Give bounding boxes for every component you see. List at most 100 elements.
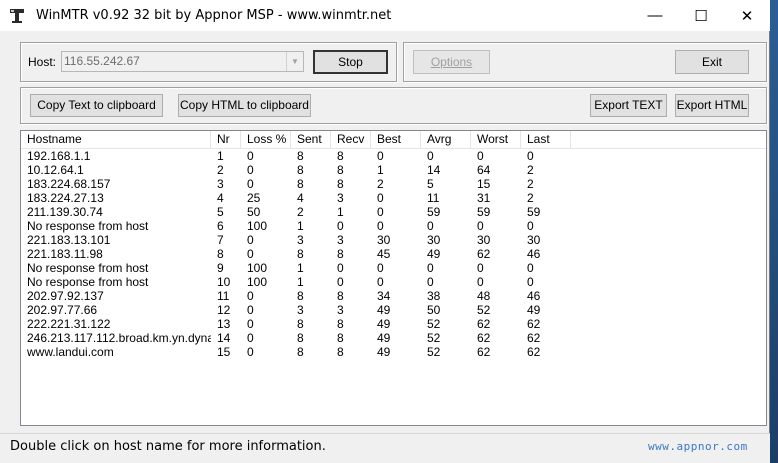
table-cell: 8 xyxy=(337,289,344,303)
table-cell: 8 xyxy=(297,163,304,177)
table-cell: 0 xyxy=(427,275,434,289)
table-cell: 49 xyxy=(377,303,391,317)
table-cell: 0 xyxy=(427,261,434,275)
table-cell: 62 xyxy=(477,247,491,261)
table-cell: 8 xyxy=(337,163,344,177)
table-cell: 0 xyxy=(477,219,484,233)
table-cell: 9 xyxy=(217,261,224,275)
maximize-button[interactable]: ☐ xyxy=(678,0,724,31)
column-header[interactable]: Recv xyxy=(331,131,371,148)
table-row[interactable]: 183.224.27.13 4 25 4 3 0 11 31 2 xyxy=(21,191,766,205)
table-cell: 1 xyxy=(297,275,304,289)
table-cell: 0 xyxy=(247,303,254,317)
column-header[interactable]: Best xyxy=(371,131,421,148)
table-cell: 7 xyxy=(217,233,224,247)
table-cell: 3 xyxy=(217,177,224,191)
desktop-background xyxy=(770,0,778,463)
table-cell: 62 xyxy=(477,317,491,331)
table-cell: 14 xyxy=(427,163,441,177)
table-cell: 0 xyxy=(247,233,254,247)
host-combobox[interactable]: 116.55.242.67 ▼ xyxy=(61,51,304,72)
column-header[interactable]: Hostname xyxy=(21,131,211,148)
maximize-icon: ☐ xyxy=(694,7,708,25)
hostname-cell: No response from host xyxy=(27,219,149,233)
table-cell: 8 xyxy=(337,345,344,359)
table-row[interactable]: 10.12.64.1 2 0 8 8 1 14 64 2 xyxy=(21,163,766,177)
export-html-button[interactable]: Export HTML xyxy=(675,94,749,117)
stop-button[interactable]: Stop xyxy=(313,50,388,74)
table-cell: 8 xyxy=(297,177,304,191)
window-title: WinMTR v0.92 32 bit by Appnor MSP - www.… xyxy=(36,8,392,23)
table-cell: 4 xyxy=(297,191,304,205)
table-row[interactable]: www.landui.com 15 0 8 8 49 52 62 62 xyxy=(21,345,766,359)
table-cell: 0 xyxy=(527,219,534,233)
table-row[interactable]: 211.139.30.74 5 50 2 1 0 59 59 59 xyxy=(21,205,766,219)
table-row[interactable]: 222.221.31.122 13 0 8 8 49 52 62 62 xyxy=(21,317,766,331)
listview-header: Hostname Nr Loss % Sent Recv Best Avrg Worst Las… xyxy=(21,131,766,149)
table-row[interactable]: 202.97.77.66 12 0 3 3 49 50 52 49 xyxy=(21,303,766,317)
table-cell: 0 xyxy=(377,261,384,275)
minimize-button[interactable]: — xyxy=(632,0,678,31)
column-header[interactable]: Sent xyxy=(291,131,331,148)
table-cell: 1 xyxy=(217,149,224,163)
exit-button[interactable]: Exit xyxy=(675,50,749,74)
table-cell: 3 xyxy=(297,233,304,247)
dropdown-arrow-icon[interactable]: ▼ xyxy=(286,52,303,71)
table-cell: 11 xyxy=(217,289,230,303)
table-cell: 45 xyxy=(377,247,391,261)
table-cell: 52 xyxy=(477,303,491,317)
copy-text-button[interactable]: Copy Text to clipboard xyxy=(30,94,163,117)
table-cell: 0 xyxy=(427,149,434,163)
table-cell: 52 xyxy=(427,345,441,359)
close-button[interactable]: ✕ xyxy=(724,0,770,31)
table-cell: 1 xyxy=(297,261,304,275)
hostname-cell: 202.97.92.137 xyxy=(27,289,104,303)
column-header[interactable]: Worst xyxy=(471,131,521,148)
table-cell: 0 xyxy=(377,149,384,163)
table-cell: 49 xyxy=(377,331,391,345)
table-cell: 13 xyxy=(217,317,231,331)
watermark-text: www.appnor.com xyxy=(648,440,748,453)
table-cell: 50 xyxy=(247,205,261,219)
table-cell: 3 xyxy=(337,303,344,317)
status-text: Double click on host name for more infor… xyxy=(10,439,326,454)
column-header[interactable]: Avrg xyxy=(421,131,471,148)
table-cell: 0 xyxy=(247,331,254,345)
table-cell: 6 xyxy=(217,219,224,233)
column-header[interactable]: Last xyxy=(521,131,571,148)
table-row[interactable]: 183.224.68.157 3 0 8 8 2 5 15 2 xyxy=(21,177,766,191)
table-cell: 2 xyxy=(217,163,224,177)
table-row[interactable]: 202.97.92.137 11 0 8 8 34 38 48 46 xyxy=(21,289,766,303)
table-cell: 0 xyxy=(527,275,534,289)
table-cell: 12 xyxy=(217,303,231,317)
host-label: Host: xyxy=(28,55,57,69)
column-header[interactable]: Loss % xyxy=(241,131,291,148)
table-row[interactable]: No response from host 6 100 1 0 0 0 0 0 xyxy=(21,219,766,233)
table-cell: 30 xyxy=(527,233,541,247)
table-cell: 0 xyxy=(377,205,384,219)
hostname-cell: No response from host xyxy=(27,261,149,275)
close-icon: ✕ xyxy=(740,7,754,25)
table-row[interactable]: 221.183.13.101 7 0 3 3 30 30 30 30 xyxy=(21,233,766,247)
table-row[interactable]: No response from host 10 100 1 0 0 0 0 0 xyxy=(21,275,766,289)
table-cell: 100 xyxy=(247,219,268,233)
table-cell: 15 xyxy=(217,345,231,359)
table-cell: 100 xyxy=(247,275,268,289)
table-cell: 8 xyxy=(337,331,344,345)
results-listview[interactable]: Hostname Nr Loss % Sent Recv Best Avrg Worst Las… xyxy=(20,130,767,426)
hostname-cell: 192.168.1.1 xyxy=(27,149,91,163)
table-row[interactable]: No response from host 9 100 1 0 0 0 0 0 xyxy=(21,261,766,275)
options-button[interactable]: Options xyxy=(413,50,490,74)
table-row[interactable]: 192.168.1.1 1 0 8 8 0 0 0 0 xyxy=(21,149,766,163)
table-row[interactable]: 221.183.11.98 8 0 8 8 45 49 62 46 xyxy=(21,247,766,261)
table-cell: 0 xyxy=(247,163,254,177)
copy-html-button[interactable]: Copy HTML to clipboard xyxy=(178,94,311,117)
table-cell: 59 xyxy=(477,205,491,219)
hostname-cell: 221.183.13.101 xyxy=(27,233,111,247)
table-cell: 0 xyxy=(247,177,254,191)
table-cell: 0 xyxy=(247,247,254,261)
table-row[interactable]: 246.213.117.112.broad.km.yn.dyna... 14 0 8 8… xyxy=(21,331,766,345)
column-header[interactable]: Nr xyxy=(211,131,241,148)
export-text-button[interactable]: Export TEXT xyxy=(590,94,667,117)
table-cell: 46 xyxy=(527,247,541,261)
